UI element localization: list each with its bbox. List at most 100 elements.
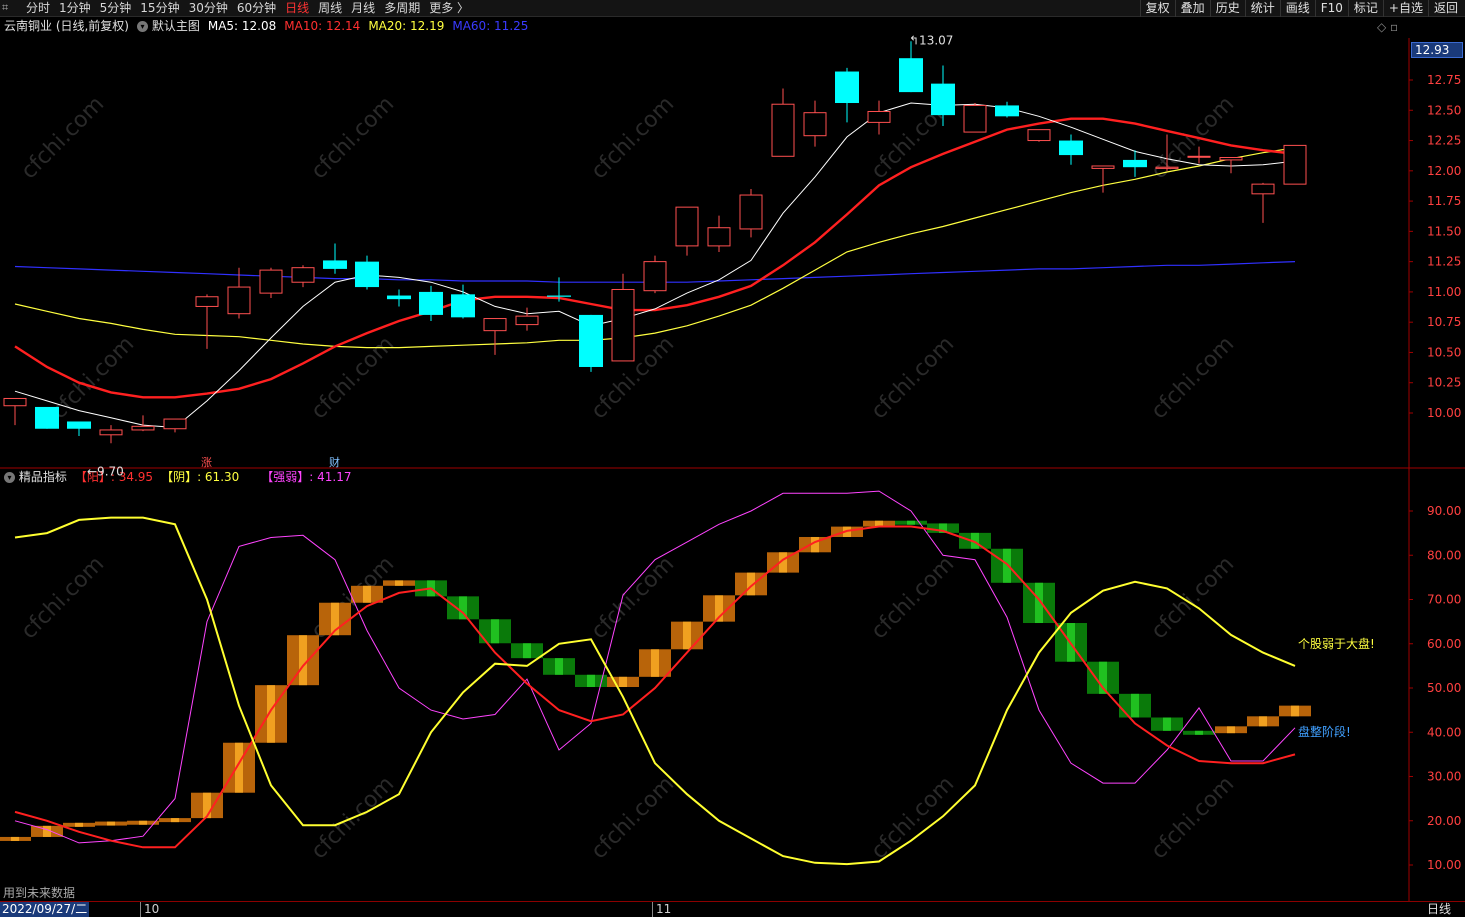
candle-body-up <box>707 227 731 247</box>
stair-highlight <box>139 820 147 825</box>
candle-body-up <box>163 418 187 430</box>
candle-body-down <box>835 71 859 104</box>
month-label-11: 11 <box>652 902 671 917</box>
stair-highlight <box>555 658 563 675</box>
candle-body-up <box>1091 165 1115 169</box>
stair-highlight <box>619 676 627 688</box>
watermark: cfchi.com <box>47 332 140 425</box>
sub-tick-label: 70.00 <box>1427 593 1461 607</box>
stair-highlight <box>1163 717 1171 731</box>
candle-body-down <box>1123 159 1147 168</box>
stair-highlight <box>395 580 403 586</box>
candle-body-down <box>1059 140 1083 156</box>
watermark: cfchi.com <box>17 552 110 645</box>
stair-highlight <box>363 585 371 603</box>
sub-tick-label: 50.00 <box>1427 681 1461 695</box>
price-tick-label: 12.25 <box>1427 134 1461 148</box>
sub-tick-label: 20.00 <box>1427 814 1461 828</box>
current-date: 2022/09/27/二 <box>0 902 90 917</box>
candle-body-up <box>1187 155 1211 158</box>
price-tick-label: 10.25 <box>1427 376 1461 390</box>
price-tick-label: 12.75 <box>1427 73 1461 87</box>
candle-body-up <box>1027 129 1051 142</box>
stair-highlight <box>907 520 915 525</box>
candle-body-up <box>99 429 123 436</box>
price-tick-label: 10.75 <box>1427 315 1461 329</box>
stair-highlight <box>491 619 499 644</box>
watermark: cfchi.com <box>587 92 680 185</box>
candle-body-up <box>1251 183 1275 195</box>
price-tick-label: 11.75 <box>1427 194 1461 208</box>
candle-body-down <box>547 295 571 297</box>
stair-highlight <box>1131 693 1139 718</box>
watermark: cfchi.com <box>1147 332 1240 425</box>
chart-canvas: 10.00 10.25 10.50 10.75 11.00 11.25 11.50 11.75… <box>0 33 1465 901</box>
candle-body-up <box>515 315 539 326</box>
price-tick-label: 10.50 <box>1427 345 1461 359</box>
watermark: cfchi.com <box>867 332 960 425</box>
candle-body-down <box>323 260 347 269</box>
candle-body-up <box>771 103 795 157</box>
stair-highlight <box>75 822 83 827</box>
candle-body-up <box>643 261 667 292</box>
watermark: cfchi.com <box>1147 772 1240 865</box>
price-tick-label: 11.50 <box>1427 224 1461 238</box>
candle-body-down <box>931 83 955 116</box>
consolidate-note: 盘整阶段! <box>1298 724 1351 739</box>
weak-note: 个股弱于大盘! <box>1298 636 1375 651</box>
event-marker-cai: 财 <box>329 455 340 469</box>
candle-body-up <box>1155 166 1179 169</box>
stair-highlight <box>107 821 115 826</box>
future-data-note: 用到未来数据 <box>3 886 76 900</box>
stair-highlight <box>1195 730 1203 735</box>
price-tick-label: 10.00 <box>1427 406 1461 420</box>
candle-body-up <box>867 110 891 123</box>
stair-highlight <box>683 621 691 650</box>
price-tick-label: 11.00 <box>1427 285 1461 299</box>
watermark: cfchi.com <box>17 92 110 185</box>
sub-tick-label: 40.00 <box>1427 725 1461 739</box>
candle-body-up <box>1283 144 1307 185</box>
sub-tick-label: 10.00 <box>1427 858 1461 872</box>
price-tick-label: 11.25 <box>1427 255 1461 269</box>
stair-highlight <box>587 674 595 688</box>
candle-body-down <box>995 105 1019 117</box>
low-price-label: ←9.70 <box>87 464 124 478</box>
candle-body-down <box>579 314 603 367</box>
price-tick-label: 12.00 <box>1427 164 1461 178</box>
event-marker-zhang: 涨 <box>201 456 212 469</box>
price-tick-label: 12.50 <box>1427 103 1461 117</box>
stair-highlight <box>203 792 211 819</box>
stair-highlight <box>299 635 307 686</box>
period-status: 日线 <box>1426 902 1451 916</box>
candle-body-up <box>803 112 827 137</box>
candle-body-up <box>483 318 507 332</box>
watermark: cfchi.com <box>867 552 960 645</box>
candle-body-down <box>35 406 59 429</box>
candle-body-up <box>963 104 987 133</box>
stair-highlight <box>651 649 659 677</box>
candle-body-down <box>387 295 411 300</box>
candle-body-up <box>259 269 283 294</box>
candle-body-up <box>195 296 219 307</box>
candle-body-up <box>675 206 699 247</box>
candle-body-up <box>611 288 635 362</box>
stair-highlight <box>1227 726 1235 734</box>
stair-highlight <box>43 825 51 837</box>
stair-highlight <box>171 818 179 823</box>
sub-tick-label: 30.00 <box>1427 770 1461 784</box>
sub-tick-label: 60.00 <box>1427 637 1461 651</box>
stair-highlight <box>1259 716 1267 727</box>
candle-body-down <box>451 294 475 318</box>
watermark: cfchi.com <box>587 552 680 645</box>
sub-tick-label: 90.00 <box>1427 504 1461 518</box>
time-axis: 2022/09/27/二 10 11 日线 <box>0 901 1465 917</box>
high-price-label: ↰13.07 <box>909 33 953 47</box>
watermark: cfchi.com <box>587 772 680 865</box>
candle-body-down <box>67 421 91 429</box>
stair-highlight <box>11 836 19 841</box>
candle-body-down <box>355 261 379 288</box>
watermark: cfchi.com <box>867 772 960 865</box>
candle-body-down <box>899 58 923 93</box>
candle-body-up <box>739 194 763 230</box>
